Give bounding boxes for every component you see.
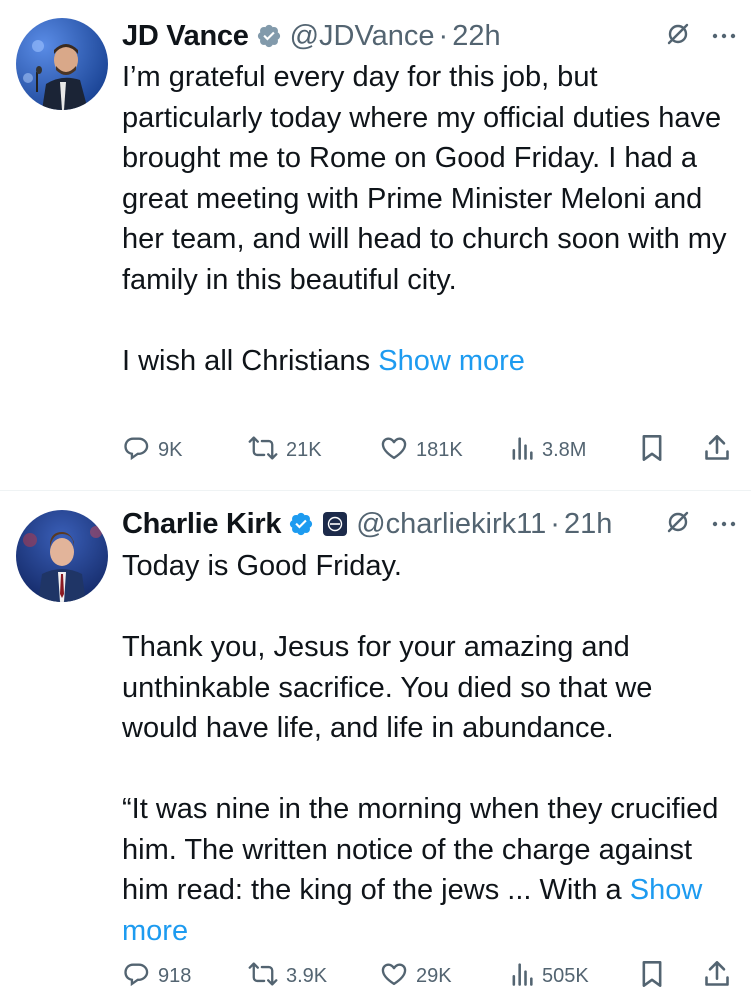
tweet-actions: 918 3.9K 29K 505K: [122, 956, 733, 996]
share-icon: [704, 960, 730, 993]
handle[interactable]: @JDVance: [290, 20, 435, 53]
views-icon: [510, 960, 534, 993]
tweet-header: Charlie Kirk @charliekirk11 · 21h: [122, 504, 737, 544]
verified-badge-icon[interactable]: [288, 511, 314, 537]
display-name[interactable]: Charlie Kirk: [122, 508, 281, 541]
repost-count: 21K: [286, 438, 322, 461]
reply-icon: [122, 434, 150, 467]
repost-button[interactable]: 3.9K: [248, 956, 327, 996]
tweet-header: JD Vance @JDVance · 22h: [122, 16, 737, 56]
views-button[interactable]: 3.8M: [510, 430, 586, 470]
like-button[interactable]: 181K: [380, 430, 463, 470]
repost-icon: [248, 434, 278, 467]
views-button[interactable]: 505K: [510, 956, 589, 996]
share-icon: [704, 434, 730, 467]
share-button[interactable]: [704, 956, 730, 996]
tweet-body: I’m grateful every day for this job, but…: [122, 61, 727, 377]
views-count: 3.8M: [542, 438, 587, 461]
avatar[interactable]: [16, 510, 108, 602]
repost-button[interactable]: 21K: [248, 430, 322, 470]
tweet-text: I’m grateful every day for this job, but…: [122, 57, 733, 381]
reply-count: 9K: [158, 438, 183, 461]
separator-dot: ·: [550, 507, 560, 540]
reply-button[interactable]: 9K: [122, 430, 182, 470]
handle[interactable]: @charliekirk11: [356, 508, 546, 541]
reply-button[interactable]: 918: [122, 956, 191, 996]
tweet-body: Today is Good Friday. Thank you, Jesus f…: [122, 550, 719, 906]
views-count: 505K: [542, 964, 589, 987]
affiliate-badge-icon[interactable]: [322, 511, 348, 537]
more-icon[interactable]: [711, 515, 737, 533]
share-button[interactable]: [704, 430, 730, 470]
timestamp[interactable]: 22h: [452, 20, 500, 53]
grok-icon[interactable]: [665, 509, 691, 540]
grok-icon[interactable]: [665, 21, 691, 52]
like-icon: [380, 434, 408, 467]
like-button[interactable]: 29K: [380, 956, 452, 996]
tweet-actions: 9K 21K 181K 3.8M: [122, 430, 733, 470]
repost-icon: [248, 960, 278, 993]
display-name[interactable]: JD Vance: [122, 20, 249, 53]
header-actions: [665, 504, 737, 544]
views-icon: [510, 434, 534, 467]
reply-count: 918: [158, 964, 192, 987]
tweet-charlie-kirk[interactable]: Charlie Kirk @charliekirk11 · 21h Today …: [0, 491, 751, 1000]
verified-badge-icon[interactable]: [256, 23, 282, 49]
bookmark-icon: [640, 960, 664, 993]
more-icon[interactable]: [711, 27, 737, 45]
bookmark-button[interactable]: [640, 430, 664, 470]
header-actions: [665, 16, 737, 56]
avatar[interactable]: [16, 18, 108, 110]
repost-count: 3.9K: [286, 964, 328, 987]
timestamp[interactable]: 21h: [564, 508, 612, 541]
like-icon: [380, 960, 408, 993]
bookmark-button[interactable]: [640, 956, 664, 996]
show-more-link[interactable]: Show more: [378, 345, 525, 377]
like-count: 29K: [416, 964, 452, 987]
tweet-jd-vance[interactable]: JD Vance @JDVance · 22h I’m grateful eve…: [0, 0, 751, 490]
tweet-text: Today is Good Friday. Thank you, Jesus f…: [122, 546, 733, 951]
like-count: 181K: [416, 438, 463, 461]
reply-icon: [122, 960, 150, 993]
bookmark-icon: [640, 434, 664, 467]
separator-dot: ·: [438, 19, 449, 52]
